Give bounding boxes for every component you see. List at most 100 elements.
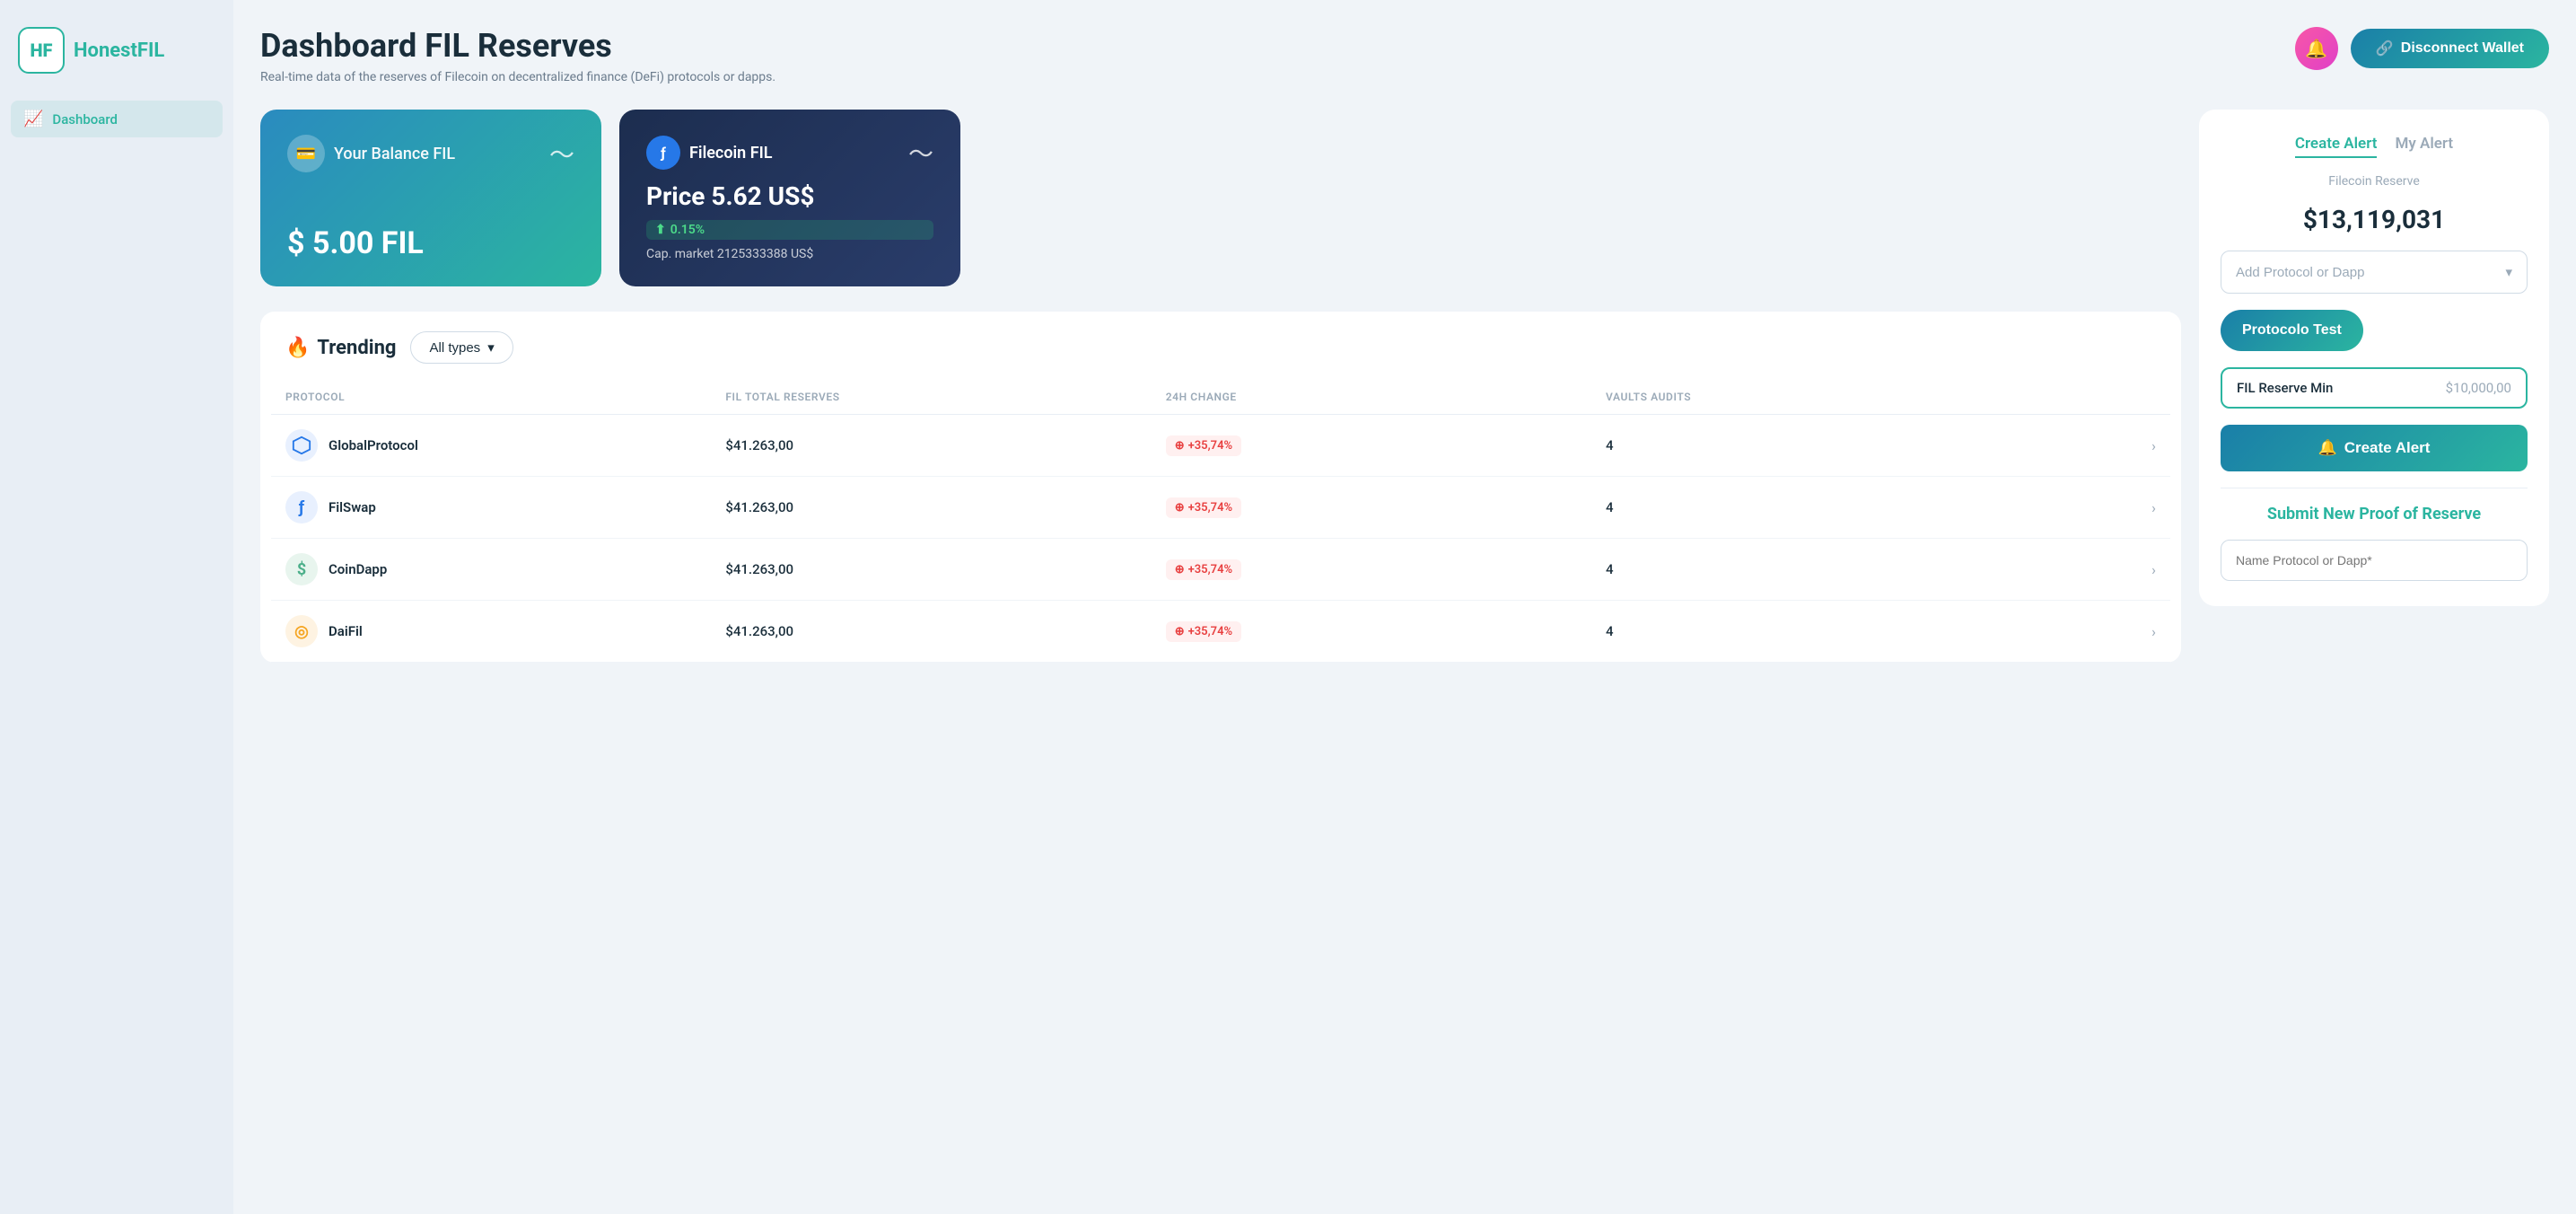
page-subtitle: Real-time data of the reserves of Fileco… [260,70,775,84]
chevron-down-icon: ▾ [487,339,495,356]
protocol-icon-2: $ [285,553,318,585]
protocol-icon-3: ◎ [285,615,318,647]
balance-label: Your Balance FIL [334,145,455,163]
chevron-cell-1: › [2046,499,2156,516]
protocol-cell-2: $ CoinDapp [285,553,725,585]
filecoin-card-top: ƒ Filecoin FIL 〜 [646,135,933,171]
balance-card: 💳 Your Balance FIL 〜 $ 5.00 FIL [260,110,601,286]
chevron-cell-3: › [2046,623,2156,640]
fil-wave-icon: 〜 [908,135,933,171]
reserve-label: Filecoin Reserve [2221,174,2528,189]
change-badge: ⬆ 0.15% [646,220,933,240]
main-content: Dashboard FIL Reserves Real-time data of… [233,0,2576,1214]
wave-icon: 〜 [549,136,574,172]
logo-letters: HF [31,40,53,61]
trending-title: 🔥 Trending [285,337,396,359]
fil-name: Filecoin FIL [689,144,773,163]
filecoin-card: ƒ Filecoin FIL 〜 Price 5.62 US$ ⬆ 0.15% … [619,110,960,286]
change-badge-3: ⊕ +35,74% [1166,621,1241,642]
change-value-1: +35,74% [1188,501,1233,515]
balance-card-top: 💳 Your Balance FIL 〜 [287,135,574,172]
protocol-name-0: GlobalProtocol [329,437,418,453]
reserve-value: $13,119,031 [2221,205,2528,234]
audits-cell-2: 4 [1606,561,2046,577]
sidebar-nav: 📈 Dashboard [0,101,233,137]
change-value-3: +35,74% [1188,625,1233,638]
reserve-cell-3: $41.263,00 [725,623,1165,639]
chevron-cell-2: › [2046,561,2156,578]
trending-label: Trending [317,337,396,359]
add-protocol-dropdown[interactable]: Add Protocol or Dapp ▾ [2221,251,2528,294]
change-icon-2: ⊕ [1175,563,1185,576]
name-protocol-input[interactable] [2221,540,2528,581]
protocol-name-2: CoinDapp [329,561,387,577]
change-icon-3: ⊕ [1175,625,1185,638]
cards-row: 💳 Your Balance FIL 〜 $ 5.00 FIL ƒ Fileco… [260,110,2181,286]
logo-area: HF HonestFIL [0,18,233,101]
change-value-0: +35,74% [1188,439,1233,453]
main-left: 💳 Your Balance FIL 〜 $ 5.00 FIL ƒ Fileco… [260,110,2181,663]
change-arrow-icon: ⬆ [655,223,666,237]
fil-icon: ƒ [646,136,680,170]
fire-icon: 🔥 [285,337,310,359]
change-badge-1: ⊕ +35,74% [1166,497,1241,518]
fil-price: Price 5.62 US$ [646,181,933,211]
chevron-cell-0: › [2046,437,2156,454]
tab-create-alert[interactable]: Create Alert [2295,135,2378,158]
protocol-cell-3: ◎ DaiFil [285,615,725,647]
table-row[interactable]: ƒ FilSwap $41.263,00 ⊕ +35,74% 4 › [271,477,2170,539]
sidebar-item-dashboard[interactable]: 📈 Dashboard [11,101,223,137]
right-panel: Create Alert My Alert Filecoin Reserve $… [2199,110,2549,606]
balance-card-icon: 💳 [287,135,325,172]
change-icon-1: ⊕ [1175,501,1185,515]
create-alert-label: Create Alert [2344,439,2431,457]
add-protocol-chevron-icon: ▾ [2505,264,2512,280]
dashboard-icon: 📈 [23,110,43,128]
bell-button[interactable]: 🔔 [2295,27,2338,70]
col-change: 24H CHANGE [1166,391,1606,403]
reserve-input-value: $10,000,00 [2446,380,2511,396]
col-audits: VAULTS AUDITS [1606,391,2046,403]
protocol-cell-1: ƒ FilSwap [285,491,725,523]
type-filter-dropdown[interactable]: All types ▾ [410,331,513,364]
reserve-cell-0: $41.263,00 [725,437,1165,453]
table-container: PROTOCOL FIL TOTAL RESERVES 24H CHANGE V… [260,380,2181,663]
change-value-2: +35,74% [1188,563,1233,576]
change-cell-1: ⊕ +35,74% [1166,497,1606,518]
reserve-input-label: FIL Reserve Min [2237,380,2333,396]
protocol-icon-0 [285,429,318,462]
trending-section: 🔥 Trending All types ▾ PROTOCOL FIL TOTA… [260,312,2181,663]
audits-cell-0: 4 [1606,437,2046,453]
sidebar: HF HonestFIL 📈 Dashboard [0,0,233,1214]
alert-tabs: Create Alert My Alert [2221,135,2528,158]
tab-my-alert[interactable]: My Alert [2395,135,2453,158]
create-alert-button[interactable]: 🔔 Create Alert [2221,425,2528,471]
protocolo-test-button[interactable]: Protocolo Test [2221,310,2363,351]
logo-suffix: FIL [137,40,164,62]
content-area: 💳 Your Balance FIL 〜 $ 5.00 FIL ƒ Fileco… [260,110,2549,663]
wallet-icon: 🔗 [2376,40,2394,57]
audits-cell-3: 4 [1606,623,2046,639]
reserve-cell-1: $41.263,00 [725,499,1165,515]
disconnect-label: Disconnect Wallet [2401,40,2524,57]
change-badge-0: ⊕ +35,74% [1166,435,1241,456]
change-cell-0: ⊕ +35,74% [1166,435,1606,456]
col-action [2046,391,2156,403]
balance-amount: $ 5.00 FIL [287,225,574,261]
table-row[interactable]: $ CoinDapp $41.263,00 ⊕ +35,74% 4 [271,539,2170,601]
submit-proof-title: Submit New Proof of Reserve [2221,505,2528,523]
change-cell-3: ⊕ +35,74% [1166,621,1606,642]
filter-label: All types [429,340,480,356]
trending-header: 🔥 Trending All types ▾ [260,312,2181,380]
logo-box: HF [18,27,65,74]
protocol-icon-1: ƒ [285,491,318,523]
add-protocol-label: Add Protocol or Dapp [2236,265,2364,280]
disconnect-wallet-button[interactable]: 🔗 Disconnect Wallet [2351,29,2549,68]
fil-icon-row: ƒ Filecoin FIL [646,136,773,170]
change-icon-0: ⊕ [1175,439,1185,453]
balance-label-row: 💳 Your Balance FIL [287,135,455,172]
change-value: 0.15% [670,223,705,237]
reserve-input-row: FIL Reserve Min $10,000,00 [2221,367,2528,409]
table-row[interactable]: ◎ DaiFil $41.263,00 ⊕ +35,74% 4 › [271,601,2170,663]
table-row[interactable]: GlobalProtocol $41.263,00 ⊕ +35,74% 4 › [271,415,2170,477]
